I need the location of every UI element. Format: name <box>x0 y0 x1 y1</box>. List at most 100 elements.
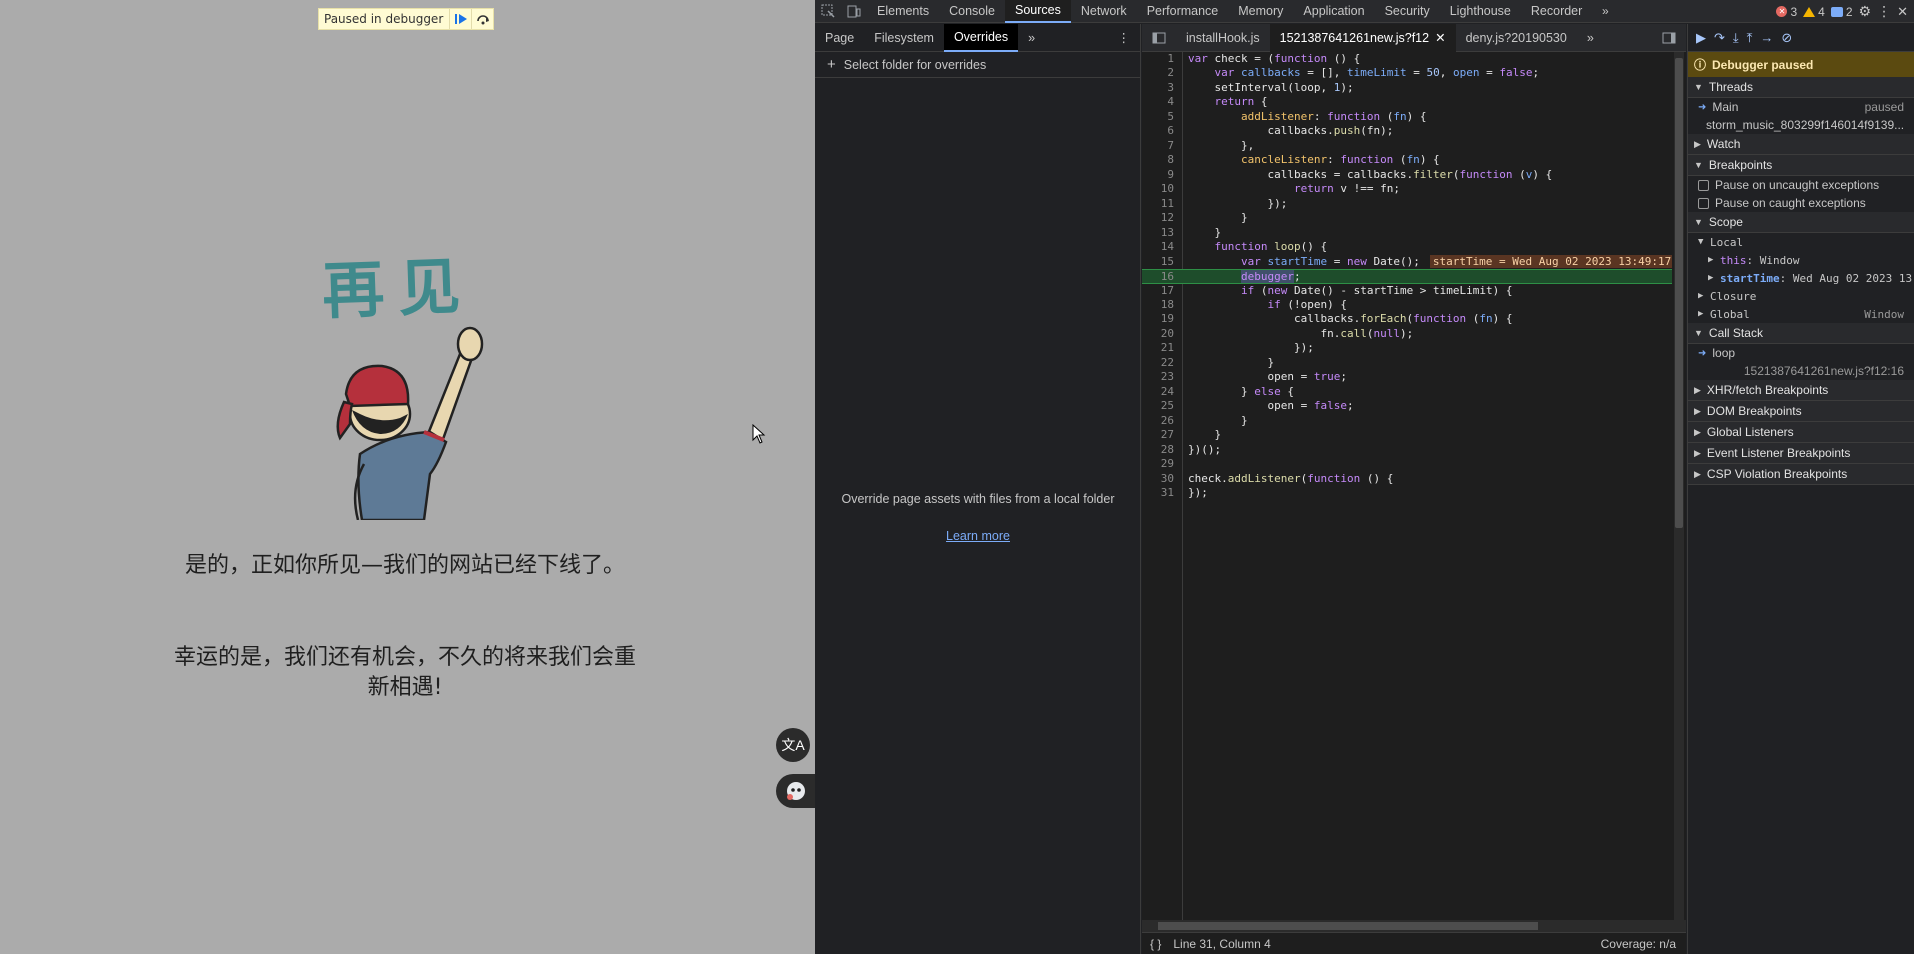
tab-network[interactable]: Network <box>1071 0 1137 23</box>
tab-overrides[interactable]: Overrides <box>943 23 1019 52</box>
error-count-badge[interactable]: ✕ 3 <box>1776 5 1797 19</box>
pause-uncaught-checkbox[interactable]: Pause on uncaught exceptions <box>1688 176 1914 194</box>
starttime-key: startTime <box>1720 271 1780 285</box>
inline-variable-value: startTime = Wed Aug 02 2023 13:49:17 <box>1429 254 1672 268</box>
scope-local[interactable]: ▼ Local <box>1688 233 1914 251</box>
code-line: 12 } <box>1160 211 1248 225</box>
thread-main[interactable]: ➜ Main paused <box>1688 98 1914 116</box>
watch-section-header[interactable]: ▶ Watch <box>1688 134 1914 155</box>
navigator-menu-button[interactable]: ⋮ <box>1108 24 1141 52</box>
editor-tab-active-file[interactable]: 1521387641261new.js?f12 ✕ <box>1269 23 1456 52</box>
closure-label: Closure <box>1710 289 1757 303</box>
tab-performance[interactable]: Performance <box>1137 0 1229 23</box>
info-icon: ⓘ <box>1694 58 1707 72</box>
threads-section-header[interactable]: ▼ Threads <box>1688 77 1914 98</box>
debugger-paused-label: Debugger paused <box>1712 57 1814 72</box>
step-out-icon[interactable]: ⤒ <box>1747 30 1753 46</box>
warning-count-badge[interactable]: 4 <box>1803 5 1825 19</box>
close-tab-icon[interactable]: ✕ <box>1435 30 1445 45</box>
toolbar-right: ✕ 3 4 2 ⚙ ⋮ ✕ <box>1776 0 1914 23</box>
code-line: 21 }); <box>1160 341 1314 355</box>
dom-breakpoints-header[interactable]: ▶ DOM Breakpoints <box>1688 401 1914 422</box>
editor-tab-installhook[interactable]: installHook.js <box>1176 24 1270 52</box>
resume-button[interactable] <box>449 9 471 29</box>
scope-starttime[interactable]: ▶ startTime: Wed Aug 02 2023 13:... <box>1688 269 1914 287</box>
code-line: 5 addListener: function (fn) { <box>1167 109 1427 123</box>
expand-right-icon: ▶ <box>1694 384 1701 395</box>
devtools-main-toolbar: Elements Console Sources Network Perform… <box>815 0 1914 23</box>
scope-closure[interactable]: ▶ Closure <box>1688 287 1914 305</box>
tab-lighthouse[interactable]: Lighthouse <box>1440 0 1521 23</box>
event-listener-breakpoints-header[interactable]: ▶ Event Listener Breakpoints <box>1688 443 1914 464</box>
csp-breakpoints-header[interactable]: ▶ CSP Violation Breakpoints <box>1688 464 1914 485</box>
code-line: 11 }); <box>1160 196 1288 210</box>
more-editor-tabs-button[interactable]: » <box>1577 24 1604 52</box>
tab-elements[interactable]: Elements <box>867 0 939 23</box>
thread-main-label: Main <box>1712 100 1739 114</box>
xhr-label: XHR/fetch Breakpoints <box>1706 383 1829 397</box>
current-frame-icon: ➜ <box>1698 347 1707 359</box>
editor-vertical-scrollbar[interactable] <box>1674 52 1684 932</box>
device-toolbar-button[interactable] <box>841 0 867 23</box>
current-thread-icon: ➜ <box>1698 101 1707 113</box>
chevron-double-right-icon: » <box>1601 4 1609 18</box>
tab-page[interactable]: Page <box>815 24 864 52</box>
scope-global[interactable]: ▶ Global Window <box>1688 305 1914 323</box>
call-stack-section-header[interactable]: ▼ Call Stack <box>1688 323 1914 344</box>
expand-down-icon: ▼ <box>1698 237 1704 247</box>
step-icon[interactable]: → <box>1760 30 1773 45</box>
scope-section-header[interactable]: ▼ Scope <box>1688 212 1914 233</box>
learn-more-link[interactable]: Learn more <box>815 529 1141 543</box>
toggle-debugger-sidebar-button[interactable] <box>1652 24 1686 52</box>
assistant-button[interactable] <box>776 774 815 808</box>
watch-label: Watch <box>1706 137 1741 151</box>
settings-gear-icon[interactable]: ⚙ <box>1859 3 1872 20</box>
call-frame-location[interactable]: 1521387641261new.js?f12:16 <box>1688 362 1914 380</box>
tab-security[interactable]: Security <box>1375 0 1440 23</box>
pretty-print-icon[interactable]: { } <box>1150 937 1161 951</box>
translate-button[interactable]: 文A <box>776 728 810 762</box>
this-key: this <box>1720 253 1747 267</box>
deactivate-breakpoints-icon[interactable]: ⊘ <box>1781 30 1792 46</box>
pause-caught-checkbox[interactable]: Pause on caught exceptions <box>1688 194 1914 212</box>
tab-sources[interactable]: Sources <box>1004 0 1071 23</box>
breakpoints-section-header[interactable]: ▼ Breakpoints <box>1688 155 1914 176</box>
toggle-navigator-button[interactable] <box>1142 24 1176 52</box>
resume-icon <box>454 14 467 24</box>
global-listeners-header[interactable]: ▶ Global Listeners <box>1688 422 1914 443</box>
code-line: 27 } <box>1160 428 1222 442</box>
select-override-folder-button[interactable]: + Select folder for overrides <box>815 52 1140 78</box>
editor-horizontal-scrollbar[interactable] <box>1142 920 1686 932</box>
resume-icon[interactable]: ▶ <box>1696 30 1706 46</box>
inspect-element-button[interactable] <box>815 0 841 23</box>
more-tabs-button[interactable]: » <box>1592 0 1618 23</box>
step-over-icon[interactable]: ↷ <box>1714 30 1725 46</box>
scrollbar-thumb[interactable] <box>1158 922 1538 930</box>
tab-recorder[interactable]: Recorder <box>1521 0 1592 23</box>
code-line: 25 open = false; <box>1160 399 1354 413</box>
message-count-badge[interactable]: 2 <box>1830 5 1853 19</box>
waving-boy-illustration <box>336 326 484 520</box>
tab-filesystem[interactable]: Filesystem <box>864 24 944 52</box>
step-into-icon[interactable]: ⤓ <box>1733 30 1739 46</box>
code-line: 6 callbacks.push(fn); <box>1167 124 1394 138</box>
xhr-breakpoints-header[interactable]: ▶ XHR/fetch Breakpoints <box>1688 380 1914 401</box>
step-over-button[interactable] <box>471 9 493 29</box>
tab-memory[interactable]: Memory <box>1228 0 1293 23</box>
more-navigator-tabs-button[interactable]: » <box>1018 24 1045 52</box>
coverage-status: Coverage: n/a <box>1600 936 1676 951</box>
more-options-icon[interactable]: ⋮ <box>1877 3 1891 20</box>
code-view[interactable]: 1 var check = (function () { 2 var callba… <box>1142 52 1672 932</box>
scrollbar-thumb[interactable] <box>1675 58 1683 528</box>
close-devtools-icon[interactable]: ✕ <box>1897 4 1908 20</box>
call-frame-loop[interactable]: ➜ loop <box>1688 344 1914 362</box>
tab-application[interactable]: Application <box>1293 0 1374 23</box>
error-icon: ✕ <box>1776 6 1788 17</box>
debugger-controls: ▶ ↷ ⤓ ⤒ → ⊘ <box>1688 24 1914 52</box>
tab-console[interactable]: Console <box>939 0 1005 23</box>
thread-worker[interactable]: storm_music_803299f146014f9139... <box>1688 116 1914 134</box>
code-line: 13 } <box>1160 225 1222 239</box>
pause-caught-label: Pause on caught exceptions <box>1715 196 1866 210</box>
scope-this[interactable]: ▶ this: Window <box>1688 251 1914 269</box>
editor-tab-deny[interactable]: deny.js?20190530 <box>1456 24 1577 52</box>
